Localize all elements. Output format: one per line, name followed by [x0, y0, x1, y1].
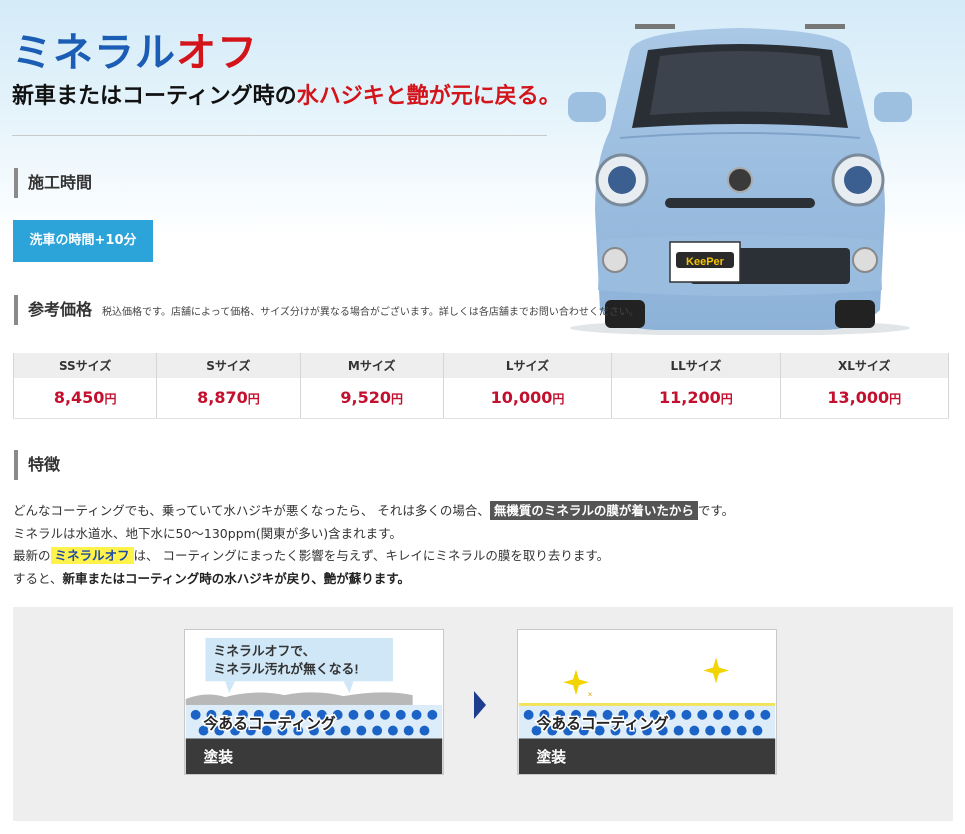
diagram-before: ミネラルオフで、 ミネラル汚れが無くなる! 今あるコーティング 塗装: [184, 629, 444, 775]
price-note: 税込価格です。店舗によって価格、サイズ分けが異なる場合がございます。詳しくは各店…: [102, 307, 639, 318]
highlight-yellow: ミネラルオフ: [50, 547, 134, 564]
price-table: SSサイズ Sサイズ Mサイズ Lサイズ LLサイズ XLサイズ 8,450円 …: [12, 353, 950, 419]
features-heading: 特徴: [14, 450, 60, 480]
svg-text:×: ×: [588, 690, 593, 699]
yen-unit: 円: [104, 392, 117, 407]
price-value: 10,000: [490, 388, 553, 408]
price-cell: 8,870円: [156, 378, 301, 419]
text: すると、: [13, 570, 63, 586]
price-cell: 10,000円: [442, 378, 613, 419]
title-part-off: オフ: [176, 30, 258, 76]
features-line-4: すると、新車またはコーティング時の水ハジキが戻り、艶が蘇ります。: [13, 568, 734, 591]
divider: [12, 135, 547, 136]
text: 最新の: [13, 548, 51, 563]
yen-unit: 円: [552, 392, 565, 407]
features-line-1: どんなコーティングでも、乗っていて水ハジキが悪くなったら、 それは多くの場合、無…: [13, 500, 734, 523]
price-cell: 9,520円: [299, 378, 444, 419]
size-header: Sサイズ: [156, 353, 301, 378]
paint-label: 塗装: [537, 748, 567, 766]
highlight-dark: 無機質のミネラルの膜が着いたから: [489, 501, 698, 520]
size-header: Lサイズ: [442, 353, 613, 378]
features-text: どんなコーティングでも、乗っていて水ハジキが悪くなったら、 それは多くの場合、無…: [13, 500, 734, 590]
price-value: 9,520: [340, 388, 391, 408]
price-cell: 8,450円: [12, 378, 158, 419]
features-line-2: ミネラルは水道水、地下水に50～130ppm(関東が多い)含まれます。: [13, 525, 402, 541]
size-header: LLサイズ: [611, 353, 781, 378]
coating-label: 今あるコーティング: [536, 715, 669, 733]
paint-label: 塗装: [204, 748, 234, 766]
price-value: 8,450: [53, 388, 105, 408]
plate-text: KeePer: [686, 256, 725, 268]
work-time-heading-text: 施工時間: [28, 173, 93, 192]
bubble-line-2: ミネラル汚れが無くなる!: [213, 661, 358, 676]
diagram-after: × 今あるコーティング 塗装: [517, 629, 777, 775]
diagram-panel: ミネラルオフで、 ミネラル汚れが無くなる! 今あるコーティング 塗装 × 今ある…: [13, 607, 953, 821]
subtitle-part2: 水ハジキと艶が元に戻る。: [296, 84, 561, 109]
bubble-line-1: ミネラルオフで、: [213, 644, 315, 659]
price-cell: 13,000円: [779, 378, 950, 419]
price-value-row: 8,450円 8,870円 9,520円 10,000円 11,200円 13,…: [12, 378, 950, 419]
car-image: KeePer: [568, 24, 912, 335]
yen-unit: 円: [720, 392, 733, 407]
price-header-row: SSサイズ Sサイズ Mサイズ Lサイズ LLサイズ XLサイズ: [12, 353, 950, 378]
yen-unit: 円: [247, 392, 260, 407]
size-header: SSサイズ: [12, 353, 158, 378]
work-time-badge: 洗車の時間+10分: [13, 220, 153, 262]
page-title: ミネラルオフ: [12, 20, 258, 78]
text-bold: 新車またはコーティング時の水ハジキが戻り、艶が蘇ります。: [62, 570, 411, 586]
subtitle-part1: 新車またはコーティング時の: [12, 84, 297, 109]
arrow-right-icon: [474, 691, 486, 719]
page-subtitle: 新車またはコーティング時の水ハジキと艶が元に戻る。: [12, 78, 561, 110]
text: どんなコーティングでも、乗っていて水ハジキが悪くなったら、 それは多くの場合、: [13, 503, 490, 518]
price-value: 8,870: [197, 388, 248, 408]
size-header: XLサイズ: [779, 353, 950, 378]
text: です。: [697, 503, 735, 518]
yen-unit: 円: [889, 392, 902, 407]
work-time-heading: 施工時間: [14, 168, 92, 198]
yen-unit: 円: [391, 392, 404, 407]
features-line-3: 最新の ミネラルオフ は、 コーティングにまったく影響を与えず、キレイにミネラルの膜…: [13, 545, 734, 568]
price-cell: 11,200円: [611, 378, 781, 419]
title-part-mineral: ミネラル: [12, 30, 176, 76]
price-value: 11,200: [659, 388, 721, 408]
coating-label: 今あるコーティング: [203, 715, 336, 733]
size-header: Mサイズ: [299, 353, 444, 378]
price-value: 13,000: [827, 388, 890, 408]
text: は、 コーティングにまったく影響を与えず、キレイにミネラルの膜を取り去ります。: [133, 548, 610, 563]
price-heading-text: 参考価格: [28, 300, 93, 319]
features-heading-text: 特徴: [28, 455, 61, 474]
price-heading: 参考価格 税込価格です。店舗によって価格、サイズ分けが異なる場合がございます。詳し…: [14, 295, 639, 325]
